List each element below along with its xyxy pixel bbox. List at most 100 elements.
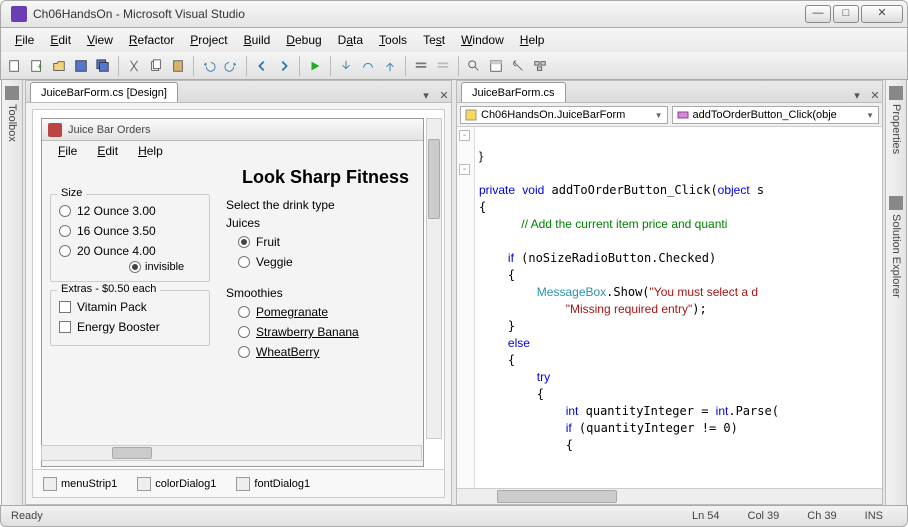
- menu-file[interactable]: File: [7, 30, 42, 50]
- form-window[interactable]: Juice Bar Orders File Edit Help Look Sha…: [41, 118, 424, 467]
- smoothie-pomegranate[interactable]: Pomegranate: [238, 302, 415, 322]
- nav-back-icon[interactable]: [252, 56, 272, 76]
- tray-colordialog[interactable]: colorDialog1: [137, 477, 216, 491]
- nav-forward-icon[interactable]: [274, 56, 294, 76]
- step-over-icon[interactable]: [358, 56, 378, 76]
- size-option-20[interactable]: 20 Ounce 4.00: [59, 241, 201, 261]
- juice-veggie[interactable]: Veggie: [238, 252, 415, 272]
- tab-close-icon[interactable]: ✕: [437, 88, 451, 102]
- colordialog-icon: [137, 477, 151, 491]
- size-groupbox[interactable]: Size 12 Ounce 3.00 16 Ounce 3.50 20 Ounc…: [50, 194, 210, 282]
- maximize-button[interactable]: □: [833, 5, 859, 23]
- form-menu-edit[interactable]: Edit: [89, 142, 126, 160]
- solution-explorer-icon[interactable]: [530, 56, 550, 76]
- solution-explorer-tab[interactable]: Solution Explorer: [885, 190, 906, 505]
- tray-fontdialog[interactable]: fontDialog1: [236, 477, 310, 491]
- menu-help[interactable]: Help: [512, 30, 553, 50]
- size-option-12[interactable]: 12 Ounce 3.00: [59, 201, 201, 221]
- menu-project[interactable]: Project: [182, 30, 235, 50]
- new-project-icon[interactable]: [5, 56, 25, 76]
- start-debug-icon[interactable]: [305, 56, 325, 76]
- designer-vscrollbar[interactable]: [426, 118, 442, 439]
- menu-window[interactable]: Window: [453, 30, 512, 50]
- undo-icon[interactable]: [199, 56, 219, 76]
- menu-refactor[interactable]: Refactor: [121, 30, 182, 50]
- scrollbar-thumb[interactable]: [497, 490, 617, 503]
- tab-dropdown-icon[interactable]: ▾: [419, 88, 433, 102]
- minimize-button[interactable]: —: [805, 5, 831, 23]
- size-option-16[interactable]: 16 Ounce 3.50: [59, 221, 201, 241]
- extras-vitamin[interactable]: Vitamin Pack: [59, 297, 201, 317]
- status-ins: INS: [851, 510, 897, 522]
- menu-edit[interactable]: Edit: [42, 30, 79, 50]
- extras-groupbox[interactable]: Extras - $0.50 each Vitamin Pack Energy …: [50, 290, 210, 346]
- copy-icon[interactable]: [146, 56, 166, 76]
- juice-fruit[interactable]: Fruit: [238, 232, 415, 252]
- component-tray: menuStrip1 colorDialog1 fontDialog1: [33, 469, 444, 497]
- smoothies-label: Smoothies: [226, 286, 415, 300]
- outline-collapse-icon[interactable]: -: [459, 164, 470, 175]
- tab-dropdown-icon[interactable]: ▾: [850, 88, 864, 102]
- toolbox-tab-icon: [5, 86, 19, 100]
- status-ch: Ch 39: [793, 510, 850, 522]
- main-toolbar: +: [0, 52, 908, 80]
- properties-icon[interactable]: [486, 56, 506, 76]
- designer-pane: JuiceBarForm.cs [Design] ▾ ✕ Juice Bar O…: [25, 80, 452, 505]
- menu-build[interactable]: Build: [236, 30, 279, 50]
- step-out-icon[interactable]: [380, 56, 400, 76]
- drink-type-label: Select the drink type: [226, 198, 415, 212]
- scrollbar-thumb[interactable]: [428, 139, 440, 219]
- properties-tab[interactable]: Properties: [885, 80, 906, 190]
- redo-icon[interactable]: [221, 56, 241, 76]
- toolbox-icon[interactable]: [508, 56, 528, 76]
- properties-tab-icon: [889, 86, 903, 100]
- outline-collapse-icon[interactable]: -: [459, 130, 470, 141]
- smoothie-wheatberry[interactable]: WheatBerry: [238, 342, 415, 362]
- menu-data[interactable]: Data: [330, 30, 371, 50]
- code-hscrollbar[interactable]: [457, 488, 882, 504]
- menu-tools[interactable]: Tools: [371, 30, 415, 50]
- save-icon[interactable]: [71, 56, 91, 76]
- designer-hscrollbar[interactable]: [41, 445, 422, 461]
- open-icon[interactable]: [49, 56, 69, 76]
- fontdialog-icon: [236, 477, 250, 491]
- extras-group-title: Extras - $0.50 each: [57, 283, 160, 295]
- code-editor[interactable]: - - } private void addToOrderButton_Clic…: [457, 127, 882, 504]
- menu-view[interactable]: View: [79, 30, 121, 50]
- member-dropdown[interactable]: addToOrderButton_Click(obje ▼: [672, 106, 880, 124]
- tab-close-icon[interactable]: ✕: [868, 88, 882, 102]
- form-menu-file[interactable]: File: [50, 142, 85, 160]
- size-group-title: Size: [57, 187, 86, 199]
- workspace: Toolbox JuiceBarForm.cs [Design] ▾ ✕ Jui…: [1, 80, 907, 505]
- cut-icon[interactable]: [124, 56, 144, 76]
- paste-icon[interactable]: [168, 56, 188, 76]
- designer-tab[interactable]: JuiceBarForm.cs [Design]: [30, 82, 178, 102]
- toolbox-tab-label: Toolbox: [6, 104, 18, 142]
- tray-menustrip[interactable]: menuStrip1: [43, 477, 117, 491]
- save-all-icon[interactable]: [93, 56, 113, 76]
- scrollbar-thumb[interactable]: [112, 447, 152, 459]
- class-dropdown[interactable]: Ch06HandsOn.JuiceBarForm ▼: [460, 106, 668, 124]
- main-menubar: File Edit View Refactor Project Build De…: [0, 28, 908, 52]
- find-icon[interactable]: [464, 56, 484, 76]
- smoothie-strawberry[interactable]: Strawberry Banana: [238, 322, 415, 342]
- toolbox-tab[interactable]: Toolbox: [2, 80, 23, 505]
- designer-tab-label: JuiceBarForm.cs [Design]: [41, 87, 167, 99]
- form-menu-help[interactable]: Help: [130, 142, 171, 160]
- size-option-invisible[interactable]: invisible: [129, 261, 201, 273]
- menu-test[interactable]: Test: [415, 30, 453, 50]
- close-button[interactable]: ✕: [861, 5, 903, 23]
- form-title-text: Juice Bar Orders: [68, 124, 151, 136]
- designer-surface[interactable]: Juice Bar Orders File Edit Help Look Sha…: [32, 109, 445, 498]
- code-tabstrip: JuiceBarForm.cs ▾ ✕: [457, 81, 882, 103]
- uncomment-icon[interactable]: [433, 56, 453, 76]
- extras-energy[interactable]: Energy Booster: [59, 317, 201, 337]
- code-tab[interactable]: JuiceBarForm.cs: [461, 82, 566, 102]
- step-into-icon[interactable]: [336, 56, 356, 76]
- add-item-icon[interactable]: +: [27, 56, 47, 76]
- comment-icon[interactable]: [411, 56, 431, 76]
- window-titlebar: Ch06HandsOn - Microsoft Visual Studio — …: [0, 0, 908, 28]
- menu-debug[interactable]: Debug: [278, 30, 329, 50]
- form-icon: [48, 123, 62, 137]
- window-title: Ch06HandsOn - Microsoft Visual Studio: [33, 7, 805, 21]
